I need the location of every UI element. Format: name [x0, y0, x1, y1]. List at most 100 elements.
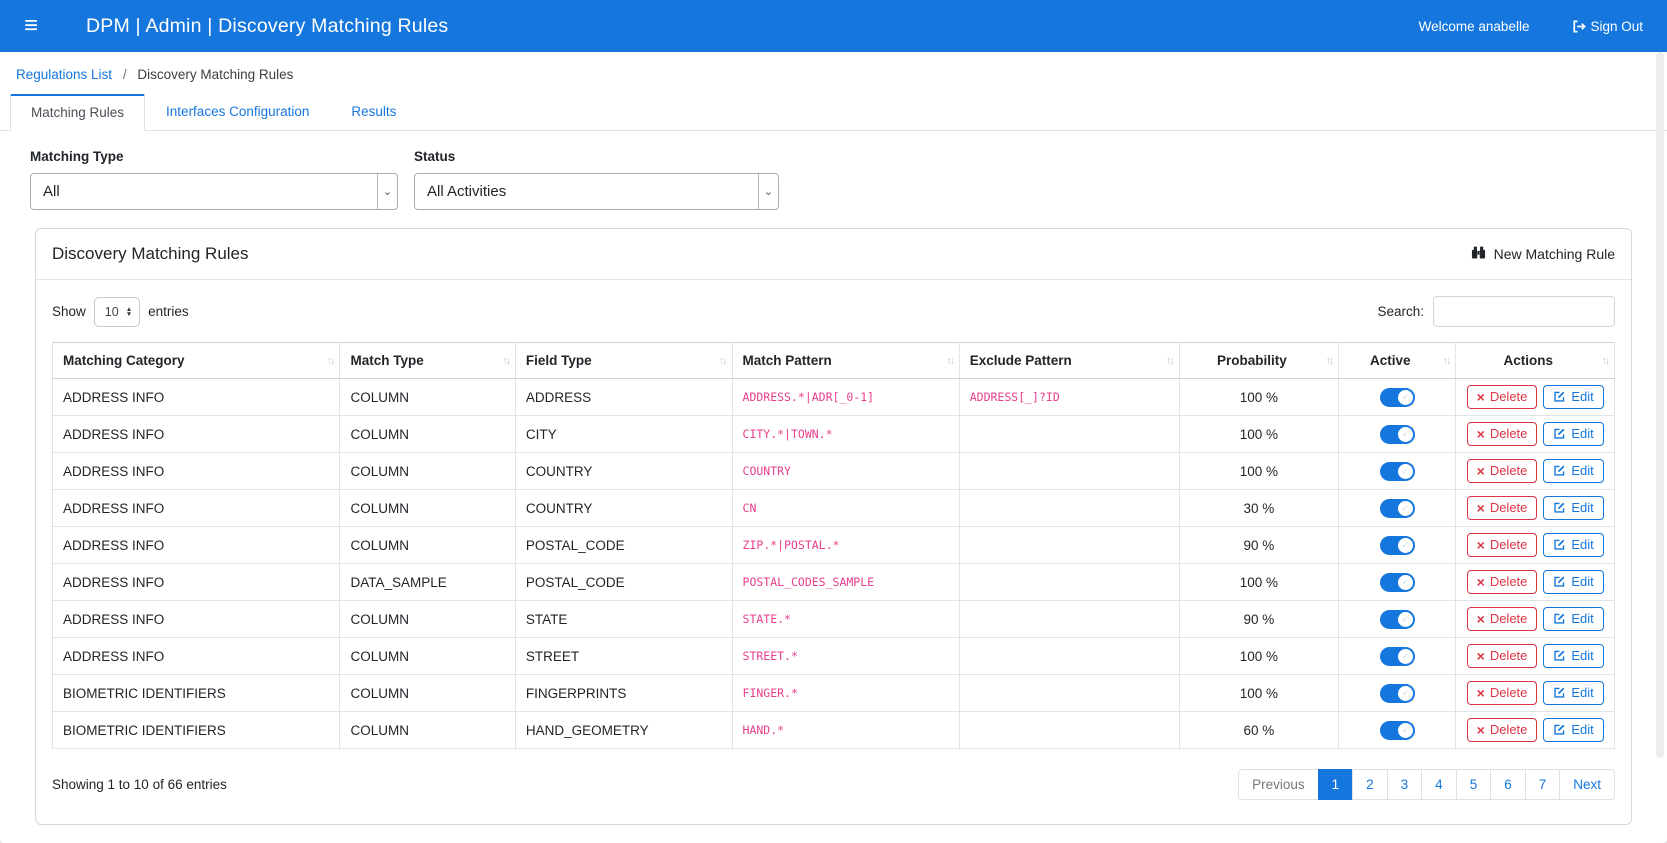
- header-active[interactable]: Active↑↓: [1339, 343, 1456, 379]
- delete-button[interactable]: × Delete: [1467, 570, 1538, 594]
- card-body: Show 10 ▲▼ entries Search:: [36, 280, 1631, 824]
- delete-label: Delete: [1490, 648, 1528, 663]
- header-match-pattern[interactable]: Match Pattern↑↓: [732, 343, 959, 379]
- pagination-page-6[interactable]: 6: [1490, 769, 1526, 800]
- edit-button[interactable]: Edit: [1543, 681, 1603, 705]
- edit-button[interactable]: Edit: [1543, 607, 1603, 631]
- delete-button[interactable]: × Delete: [1467, 718, 1538, 742]
- table-body: ADDRESS INFO COLUMN ADDRESS ADDRESS.*|AD…: [53, 379, 1615, 749]
- delete-label: Delete: [1490, 463, 1528, 478]
- cell-match-type: COLUMN: [340, 527, 515, 564]
- active-toggle[interactable]: ✓: [1380, 536, 1415, 555]
- cell-actions: × Delete Edit: [1456, 601, 1615, 638]
- new-matching-rule-label: New Matching Rule: [1494, 246, 1615, 262]
- pagination-previous[interactable]: Previous: [1238, 769, 1319, 800]
- delete-x-icon: ×: [1477, 390, 1485, 404]
- header-actions[interactable]: Actions↑↓: [1456, 343, 1615, 379]
- delete-button[interactable]: × Delete: [1467, 533, 1538, 557]
- header-field-type[interactable]: Field Type↑↓: [515, 343, 732, 379]
- cell-probability: 100 %: [1179, 379, 1339, 416]
- page-size-select[interactable]: 10 ▲▼: [94, 297, 140, 327]
- active-toggle[interactable]: ✓: [1380, 721, 1415, 740]
- table-row: ADDRESS INFO COLUMN COUNTRY CN 30 % ✓ × …: [53, 490, 1615, 527]
- sign-out-button[interactable]: Sign Out: [1571, 19, 1643, 34]
- edit-pencil-icon: [1553, 427, 1566, 440]
- edit-button[interactable]: Edit: [1543, 459, 1603, 483]
- delete-x-icon: ×: [1477, 686, 1485, 700]
- edit-button[interactable]: Edit: [1543, 570, 1603, 594]
- edit-button[interactable]: Edit: [1543, 385, 1603, 409]
- delete-x-icon: ×: [1477, 427, 1485, 441]
- delete-button[interactable]: × Delete: [1467, 644, 1538, 668]
- active-toggle[interactable]: ✓: [1380, 388, 1415, 407]
- top-navbar: ≡ DPM | Admin | Discovery Matching Rules…: [0, 0, 1667, 52]
- page-content: Regulations List / Discovery Matching Ru…: [0, 52, 1667, 843]
- cell-match-type: COLUMN: [340, 490, 515, 527]
- toggle-knob: ✓: [1398, 427, 1413, 442]
- header-exclude-pattern[interactable]: Exclude Pattern↑↓: [959, 343, 1179, 379]
- tab-interfaces-configuration[interactable]: Interfaces Configuration: [145, 94, 330, 131]
- matching-type-select[interactable]: All ⌄: [30, 173, 398, 210]
- cell-matching-category: ADDRESS INFO: [53, 490, 340, 527]
- breadcrumb-link-regulations[interactable]: Regulations List: [16, 67, 112, 82]
- delete-label: Delete: [1490, 426, 1528, 441]
- table-row: ADDRESS INFO COLUMN STATE STATE.* 90 % ✓…: [53, 601, 1615, 638]
- active-toggle[interactable]: ✓: [1380, 684, 1415, 703]
- active-toggle[interactable]: ✓: [1380, 610, 1415, 629]
- menu-icon[interactable]: ≡: [24, 14, 52, 38]
- active-toggle[interactable]: ✓: [1380, 462, 1415, 481]
- edit-button[interactable]: Edit: [1543, 422, 1603, 446]
- active-toggle[interactable]: ✓: [1380, 425, 1415, 444]
- delete-button[interactable]: × Delete: [1467, 681, 1538, 705]
- delete-button[interactable]: × Delete: [1467, 422, 1538, 446]
- header-probability[interactable]: Probability↑↓: [1179, 343, 1339, 379]
- scrollbar[interactable]: [1656, 52, 1664, 758]
- cell-field-type: COUNTRY: [515, 453, 732, 490]
- header-matching-category[interactable]: Matching Category↑↓: [53, 343, 340, 379]
- pagination-page-4[interactable]: 4: [1421, 769, 1457, 800]
- delete-x-icon: ×: [1477, 575, 1485, 589]
- edit-button[interactable]: Edit: [1543, 533, 1603, 557]
- new-matching-rule-button[interactable]: New Matching Rule: [1471, 245, 1615, 263]
- sort-icon: ↑↓: [1443, 355, 1450, 367]
- delete-button[interactable]: × Delete: [1467, 459, 1538, 483]
- cell-match-pattern: STATE.*: [732, 601, 959, 638]
- active-toggle[interactable]: ✓: [1380, 647, 1415, 666]
- cell-actions: × Delete Edit: [1456, 564, 1615, 601]
- delete-x-icon: ×: [1477, 649, 1485, 663]
- status-select[interactable]: All Activities ⌄: [414, 173, 779, 210]
- edit-button[interactable]: Edit: [1543, 718, 1603, 742]
- pagination-page-3[interactable]: 3: [1387, 769, 1423, 800]
- edit-pencil-icon: [1553, 612, 1566, 625]
- edit-pencil-icon: [1553, 723, 1566, 736]
- header-match-type[interactable]: Match Type↑↓: [340, 343, 515, 379]
- cell-matching-category: ADDRESS INFO: [53, 453, 340, 490]
- cell-match-type: COLUMN: [340, 453, 515, 490]
- pagination-page-1[interactable]: 1: [1318, 769, 1354, 800]
- pagination-page-2[interactable]: 2: [1352, 769, 1388, 800]
- matching-type-value: All: [31, 174, 377, 209]
- cell-active: ✓: [1339, 601, 1456, 638]
- tab-results[interactable]: Results: [330, 94, 417, 131]
- pagination-page-5[interactable]: 5: [1456, 769, 1492, 800]
- toggle-knob: ✓: [1398, 538, 1413, 553]
- entries-label: entries: [148, 304, 189, 319]
- cell-match-pattern: ZIP.*|POSTAL.*: [732, 527, 959, 564]
- edit-button[interactable]: Edit: [1543, 496, 1603, 520]
- edit-label: Edit: [1571, 537, 1593, 552]
- delete-button[interactable]: × Delete: [1467, 496, 1538, 520]
- cell-match-type: COLUMN: [340, 675, 515, 712]
- delete-button[interactable]: × Delete: [1467, 385, 1538, 409]
- toggle-knob: ✓: [1398, 575, 1413, 590]
- active-toggle[interactable]: ✓: [1380, 499, 1415, 518]
- cell-matching-category: ADDRESS INFO: [53, 601, 340, 638]
- pagination-next[interactable]: Next: [1559, 769, 1615, 800]
- search-input[interactable]: [1433, 296, 1615, 327]
- pagination-page-7[interactable]: 7: [1525, 769, 1561, 800]
- cell-matching-category: ADDRESS INFO: [53, 416, 340, 453]
- cell-matching-category: ADDRESS INFO: [53, 527, 340, 564]
- active-toggle[interactable]: ✓: [1380, 573, 1415, 592]
- tab-matching-rules[interactable]: Matching Rules: [10, 94, 145, 131]
- delete-button[interactable]: × Delete: [1467, 607, 1538, 631]
- edit-button[interactable]: Edit: [1543, 644, 1603, 668]
